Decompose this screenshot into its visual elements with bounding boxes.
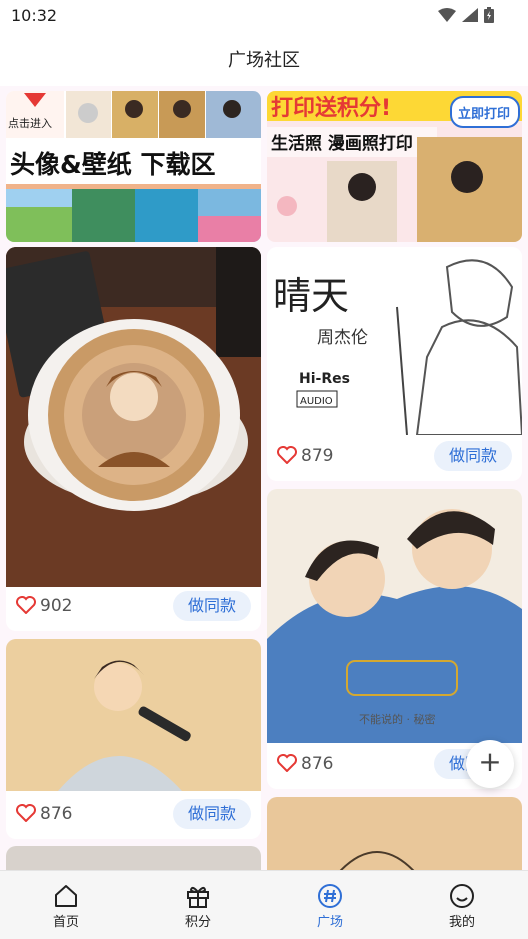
art-badge-2: AUDIO (300, 396, 333, 407)
app-header: 广场社区 (0, 32, 528, 86)
hashtag-icon (318, 884, 342, 908)
make-same-button[interactable]: 做同款 (434, 441, 512, 471)
art-badge-1: Hi-Res (299, 371, 350, 387)
nav-item-points[interactable]: 积分 (132, 871, 264, 939)
like-count: 879 (301, 446, 334, 466)
banner-print-title: 打印送积分! (271, 95, 391, 121)
nav-label: 我的 (448, 915, 475, 930)
banner-title: 头像&壁纸 下载区 (10, 150, 216, 179)
nav-label: 积分 (184, 915, 211, 930)
smile-icon (450, 884, 474, 908)
like-count: 876 (40, 804, 73, 824)
heart-icon[interactable] (16, 804, 36, 822)
banner-wallpaper-art: 点击进入 头像&壁纸 下载区 (6, 91, 261, 242)
gift-icon (187, 886, 209, 908)
banner-print-promo[interactable]: 打印送积分! 立即打印 生活照 漫画照打印 (267, 91, 522, 242)
nav-item-home[interactable]: 首页 (0, 871, 132, 939)
heart-icon[interactable] (277, 754, 297, 772)
post-footer: 902 做同款 (6, 583, 261, 631)
post-image-latte (6, 247, 261, 587)
banner-print-badge: 立即打印 (458, 106, 510, 122)
wifi-icon (438, 8, 456, 22)
banner-print-art: 打印送积分! 立即打印 生活照 漫画照打印 (267, 91, 522, 242)
nav-item-square[interactable]: 广场 (264, 871, 396, 939)
post-footer: 879 做同款 (267, 433, 522, 481)
signal-icon (462, 8, 478, 22)
like-count: 876 (301, 754, 334, 774)
banner-print-subtitle: 生活照 漫画照打印 (271, 133, 413, 154)
heart-icon[interactable] (277, 446, 297, 464)
post-card-partial-left[interactable] (6, 846, 261, 870)
status-icons (438, 7, 494, 23)
art-caption: 不能说的 · 秘密 (359, 712, 436, 726)
banner-wallpaper-download[interactable]: 点击进入 头像&壁纸 下载区 (6, 91, 261, 242)
nav-label: 首页 (52, 915, 79, 930)
feed[interactable]: 点击进入 头像&壁纸 下载区 打印送积分! 立即打印 生活照 漫画照打印 902… (0, 86, 528, 870)
post-image-sunny-day: 晴天 周杰伦 Hi-Res AUDIO (267, 247, 522, 435)
page-title: 广场社区 (228, 50, 300, 71)
add-post-button[interactable]: + (466, 740, 514, 788)
battery-icon (484, 7, 494, 23)
heart-icon[interactable] (16, 596, 36, 614)
make-same-button[interactable]: 做同款 (173, 799, 251, 829)
status-bar: 10:32 (0, 0, 528, 32)
like-count: 902 (40, 596, 73, 616)
banner-tag: 点击进入 (8, 117, 52, 130)
post-image-partial-left (6, 846, 261, 870)
art-title: 晴天 (273, 274, 349, 318)
post-card-singer[interactable]: 876 做同款 (6, 639, 261, 839)
post-image-singer (6, 639, 261, 791)
post-card-latte[interactable]: 902 做同款 (6, 247, 261, 631)
screen: 10:32 广场社区 点击进入 头像&壁纸 下载区 打印送积分! 立即打印 生活… (0, 0, 528, 939)
post-card-sunny-day[interactable]: 晴天 周杰伦 Hi-Res AUDIO 879 做同款 (267, 247, 522, 481)
home-icon (55, 885, 77, 907)
nav-label: 广场 (316, 915, 343, 930)
post-footer: 876 做同款 (6, 791, 261, 839)
make-same-button[interactable]: 做同款 (173, 591, 251, 621)
post-card-partial-right[interactable] (267, 797, 522, 870)
art-artist: 周杰伦 (317, 328, 368, 348)
post-image-secret: 不能说的 · 秘密 (267, 489, 522, 743)
nav-item-me[interactable]: 我的 (396, 871, 528, 939)
post-image-partial-right (267, 797, 522, 870)
status-time: 10:32 (11, 6, 58, 25)
bottom-nav: 首页 积分 广场 我的 (0, 870, 528, 939)
